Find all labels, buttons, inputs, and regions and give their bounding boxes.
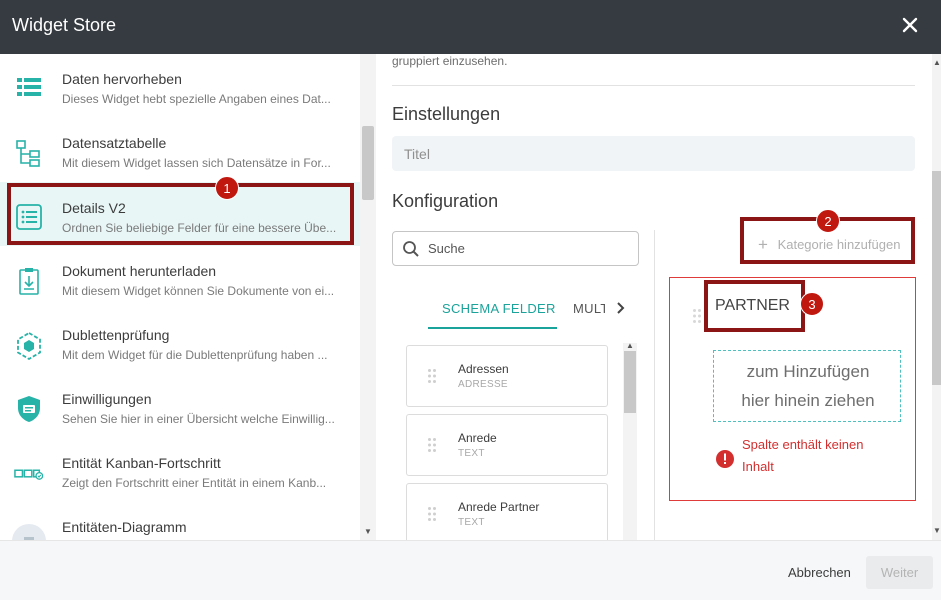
config-heading: Konfiguration <box>392 191 499 211</box>
widget-name: Einwilligungen <box>62 391 152 407</box>
cancel-button[interactable]: Abbrechen <box>788 565 851 580</box>
scroll-down-arrow-icon[interactable]: ▼ <box>933 526 941 535</box>
dropzone-text-line1: zum Hinzufügen <box>746 362 870 381</box>
dropzone-text-line2: hier hinein ziehen <box>741 391 875 410</box>
config-panel: gruppiert einzusehen. Einstellungen Tite… <box>376 54 932 540</box>
widget-description: Dieses Widget hebt spezielle Angaben ein… <box>62 92 331 106</box>
duplicate-hex-icon <box>17 331 41 361</box>
config-panel-scrollbar[interactable]: ▲ ▼ <box>932 54 941 540</box>
column-divider <box>654 230 655 540</box>
annotation-badge-2: 2 <box>816 209 840 233</box>
search-icon <box>403 241 419 257</box>
annotation-badge-1: 1 <box>215 176 239 200</box>
widget-item-dublettenpruefung[interactable]: Dublettenprüfung Mit dem Widget für die … <box>0 310 360 374</box>
annotation-box-1 <box>7 183 354 245</box>
record-tree-icon <box>16 140 40 167</box>
annotation-box-3 <box>704 280 805 332</box>
widget-name: Daten hervorheben <box>62 71 182 87</box>
widget-item-dokument-herunterladen[interactable]: Dokument herunterladen Mit diesem Widget… <box>0 246 360 310</box>
error-message-line2: Inhalt <box>742 459 774 474</box>
widget-item-datensatztabelle[interactable]: Datensatztabelle Mit diesem Widget lasse… <box>0 118 360 182</box>
scroll-down-arrow-icon[interactable]: ▼ <box>364 527 372 536</box>
entity-diagram-icon <box>12 524 46 540</box>
widget-item-entitaeten-diagramm[interactable]: Entitäten-Diagramm <box>0 502 360 540</box>
field-type: TEXT <box>458 517 485 528</box>
drag-handle-icon[interactable] <box>427 506 437 522</box>
widget-name: Dokument herunterladen <box>62 263 217 279</box>
field-search-input[interactable]: Suche <box>392 231 639 266</box>
description-text: gruppiert einzusehen. <box>392 54 508 68</box>
field-type: TEXT <box>458 448 485 459</box>
widget-description: Zeigt den Fortschritt einer Entität in e… <box>62 476 327 490</box>
field-name: Anrede Partner <box>458 500 540 514</box>
widget-description: Mit diesem Widget lassen sich Datensätze… <box>62 156 331 170</box>
error-icon <box>716 450 734 468</box>
scroll-up-arrow-icon[interactable]: ▲ <box>933 58 941 67</box>
drag-handle-icon[interactable] <box>692 308 702 324</box>
widget-description: Sehen Sie hier in einer Übersicht welche… <box>62 412 335 426</box>
active-tab-indicator <box>428 327 557 329</box>
kanban-progress-icon <box>14 469 44 480</box>
consent-shield-icon <box>18 396 40 422</box>
field-name: Adressen <box>458 362 509 376</box>
widget-name: Entität Kanban-Fortschritt <box>62 455 221 471</box>
title-bar: Widget Store <box>0 0 941 54</box>
settings-heading: Einstellungen <box>392 104 501 124</box>
drag-handle-icon[interactable] <box>427 437 437 453</box>
divider <box>392 85 915 86</box>
tab-mult[interactable]: MULT <box>573 301 605 316</box>
scrollbar-thumb[interactable] <box>624 351 636 413</box>
widget-name: Entitäten-Diagramm <box>62 519 187 535</box>
widget-name: Dublettenprüfung <box>62 327 170 343</box>
next-button[interactable]: Weiter <box>866 556 933 589</box>
widget-item-einwilligungen[interactable]: Einwilligungen Sehen Sie hier in einer Ü… <box>0 374 360 438</box>
widget-list-scrollbar[interactable] <box>360 54 376 540</box>
drag-handle-icon[interactable] <box>427 368 437 384</box>
field-type: ADRESSE <box>458 379 508 390</box>
error-message-line1: Spalte enthält keinen <box>742 437 864 452</box>
field-card[interactable]: Adressen ADRESSE <box>406 345 608 407</box>
annotation-badge-3: 3 <box>800 292 824 316</box>
title-input-placeholder: Titel <box>404 146 430 162</box>
scrollbar-thumb[interactable] <box>932 171 941 385</box>
widget-item-daten-hervorheben[interactable]: Daten hervorheben Dieses Widget hebt spe… <box>0 54 360 118</box>
document-download-icon <box>19 268 39 295</box>
search-placeholder: Suche <box>428 241 465 256</box>
title-input[interactable]: Titel <box>392 136 915 171</box>
scroll-up-arrow-icon[interactable]: ▲ <box>626 341 634 350</box>
scrollbar-thumb[interactable] <box>362 126 374 200</box>
tab-schema-felder[interactable]: SCHEMA FELDER <box>442 301 556 316</box>
widget-list: Daten hervorheben Dieses Widget hebt spe… <box>0 54 360 540</box>
field-card[interactable]: Anrede TEXT <box>406 414 608 476</box>
widget-item-entitaet-kanban-fortschritt[interactable]: Entität Kanban-Fortschritt Zeigt den For… <box>0 438 360 502</box>
dialog-title: Widget Store <box>12 15 117 35</box>
field-card[interactable]: Anrede Partner TEXT <box>406 483 608 540</box>
field-dropzone[interactable]: zum Hinzufügen hier hinein ziehen <box>713 350 901 422</box>
field-name: Anrede <box>458 431 497 445</box>
close-icon[interactable] <box>899 14 921 36</box>
schema-field-list: Adressen ADRESSE Anrede TEXT Anrede Part… <box>406 345 608 540</box>
widget-description: Mit diesem Widget können Sie Dokumente v… <box>62 284 335 298</box>
field-list-scrollbar[interactable]: ▲ <box>623 341 637 540</box>
dialog-footer: Abbrechen Weiter <box>0 540 941 600</box>
widget-name: Datensatztabelle <box>62 135 167 151</box>
list-highlight-icon <box>17 78 41 96</box>
chevron-right-icon[interactable] <box>614 300 628 316</box>
widget-description: Mit dem Widget für die Dublettenprüfung … <box>62 348 328 362</box>
